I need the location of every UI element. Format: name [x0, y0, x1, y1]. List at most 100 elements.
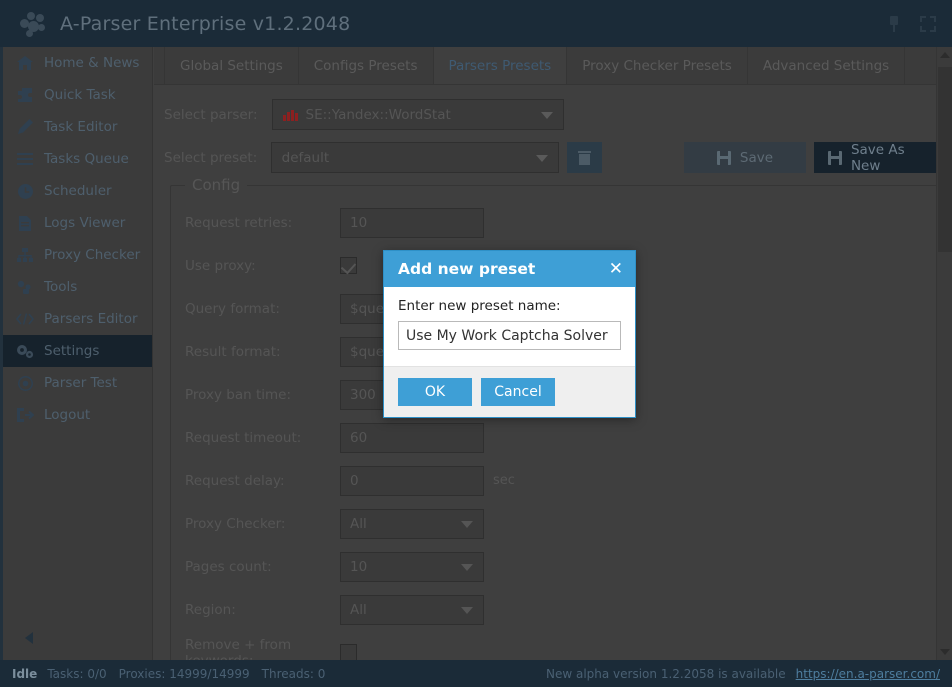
application-window: A-Parser Enterprise v1.2.2048 Home & New…	[0, 0, 952, 687]
vertical-scroll-thumb[interactable]	[938, 67, 952, 252]
use-proxy-checkbox[interactable]	[340, 257, 357, 274]
field-request-delay: Request delay: 0 sec	[185, 462, 943, 499]
request-timeout-input[interactable]: 60	[340, 422, 484, 453]
sidebar-item-label: Tasks Queue	[44, 151, 129, 167]
sidebar-item-logs-viewer[interactable]: Logs Viewer	[3, 207, 152, 239]
parser-select-value: SE::Yandex::WordStat	[305, 106, 451, 123]
delete-preset-button[interactable]	[567, 142, 602, 173]
field-label: Request delay:	[185, 472, 285, 489]
sidebar-item-tasks-queue[interactable]: Tasks Queue	[3, 143, 152, 175]
sidebar-item-label: Parsers Editor	[44, 311, 138, 327]
floppy-disk-icon	[828, 150, 842, 165]
sidebar-item-parsers-editor[interactable]: Parsers Editor	[3, 303, 152, 335]
select-parser-row: Select parser: SE::Yandex::WordStat	[164, 99, 952, 130]
cancel-button[interactable]: Cancel	[481, 378, 555, 406]
status-bar: Idle Tasks: 0/0 Proxies: 14999/14999 Thr…	[0, 660, 952, 687]
target-icon	[15, 375, 35, 391]
sidebar-item-home-news[interactable]: Home & News	[3, 47, 152, 79]
sidebar-item-task-editor[interactable]: Task Editor	[3, 111, 152, 143]
save-as-new-button[interactable]: Save As New	[814, 142, 952, 174]
sidebar-item-parser-test[interactable]: Parser Test	[3, 367, 152, 399]
chevron-down-icon	[541, 111, 553, 119]
sidebar-item-label: Logout	[44, 407, 91, 423]
save-button[interactable]: Save	[684, 142, 806, 173]
field-value: 300	[350, 386, 376, 403]
preset-name-label: Enter new preset name:	[398, 298, 561, 314]
sidebar-item-label: Settings	[44, 343, 100, 359]
pin-icon[interactable]	[886, 15, 902, 32]
dialog-header: Add new preset ✕	[384, 251, 635, 287]
status-state: Idle	[12, 666, 38, 681]
field-value: 10	[350, 214, 368, 231]
tab-configs-presets[interactable]: Configs Presets	[299, 47, 434, 84]
sidebar-item-label: Task Editor	[44, 119, 118, 135]
fullscreen-icon[interactable]	[920, 15, 936, 32]
remove-plus-checkbox[interactable]	[340, 644, 357, 661]
close-icon[interactable]: ✕	[607, 260, 625, 278]
status-proxies: Proxies: 14999/14999	[118, 666, 250, 681]
code-icon	[15, 311, 35, 327]
tab-parsers-presets[interactable]: Parsers Presets	[433, 47, 568, 84]
settings-tabs: Global Settings Configs Presets Parsers …	[154, 47, 952, 85]
document-icon	[15, 215, 35, 231]
vertical-scrollbar[interactable]	[936, 47, 952, 660]
tab-label: Advanced Settings	[762, 57, 890, 74]
home-icon	[15, 55, 35, 71]
preset-name-input[interactable]	[398, 321, 621, 350]
chevron-down-icon	[461, 563, 473, 571]
request-delay-unit: sec	[493, 473, 515, 488]
sidebar-item-logout[interactable]: Logout	[3, 399, 152, 431]
request-retries-input[interactable]: 10	[340, 207, 484, 238]
update-link[interactable]: https://en.a-parser.com/	[796, 667, 940, 681]
collapse-left-icon	[25, 632, 33, 644]
sidebar-item-settings[interactable]: Settings	[3, 335, 152, 367]
chevron-down-icon	[461, 606, 473, 614]
field-request-retries: Request retries: 10	[185, 204, 943, 241]
field-label: Proxy ban time:	[185, 386, 292, 403]
sidebar-item-label: Home & News	[44, 55, 140, 71]
clock-icon	[15, 183, 35, 199]
field-pages-count: Pages count: 10	[185, 548, 943, 585]
ok-button[interactable]: OK	[398, 378, 472, 406]
app-title: A-Parser Enterprise v1.2.2048	[60, 12, 351, 35]
sitemap-icon	[15, 247, 35, 263]
sidebar-collapse-button[interactable]	[3, 624, 156, 652]
status-tasks: Tasks: 0/0	[47, 666, 107, 681]
status-update-area: New alpha version 1.2.2058 is available …	[546, 667, 940, 681]
floppy-disk-icon	[716, 150, 731, 165]
tab-proxy-checker-presets[interactable]: Proxy Checker Presets	[567, 47, 748, 84]
save-button-label: Save	[739, 149, 774, 166]
field-value: 60	[350, 429, 368, 446]
sidebar-item-scheduler[interactable]: Scheduler	[3, 175, 152, 207]
tab-advanced-settings[interactable]: Advanced Settings	[748, 47, 906, 84]
field-label: Proxy Checker:	[185, 515, 286, 532]
field-value: 10	[350, 558, 368, 575]
window-controls	[886, 15, 936, 32]
request-delay-input[interactable]: 0	[340, 465, 484, 496]
field-label: Pages count:	[185, 558, 272, 575]
trash-icon	[578, 150, 592, 165]
parser-select[interactable]: SE::Yandex::WordStat	[272, 99, 564, 130]
select-parser-label: Select parser:	[164, 106, 258, 123]
preset-select[interactable]: default	[270, 142, 560, 173]
region-select[interactable]: All	[340, 594, 484, 625]
pages-count-select[interactable]: 10	[340, 551, 484, 582]
field-value: All	[350, 601, 367, 618]
proxy-checker-select[interactable]: All	[340, 508, 484, 539]
status-threads: Threads: 0	[261, 666, 326, 681]
field-value: 0	[350, 472, 359, 489]
sidebar-item-proxy-checker[interactable]: Proxy Checker	[3, 239, 152, 271]
scroll-up-arrow-icon[interactable]	[937, 47, 952, 63]
sidebar-item-tools[interactable]: Tools	[3, 271, 152, 303]
field-label: Use proxy:	[185, 257, 256, 274]
sidebar-item-quick-task[interactable]: Quick Task	[3, 79, 152, 111]
scroll-down-arrow-icon[interactable]	[937, 644, 952, 660]
config-legend: Config	[185, 176, 248, 194]
tab-global-settings[interactable]: Global Settings	[164, 47, 299, 84]
field-region: Region: All	[185, 591, 943, 628]
dialog-footer: OK Cancel	[384, 366, 635, 417]
field-label: Region:	[185, 601, 236, 618]
list-icon	[15, 151, 35, 167]
puzzle-icon	[15, 87, 35, 103]
title-bar: A-Parser Enterprise v1.2.2048	[0, 0, 952, 47]
